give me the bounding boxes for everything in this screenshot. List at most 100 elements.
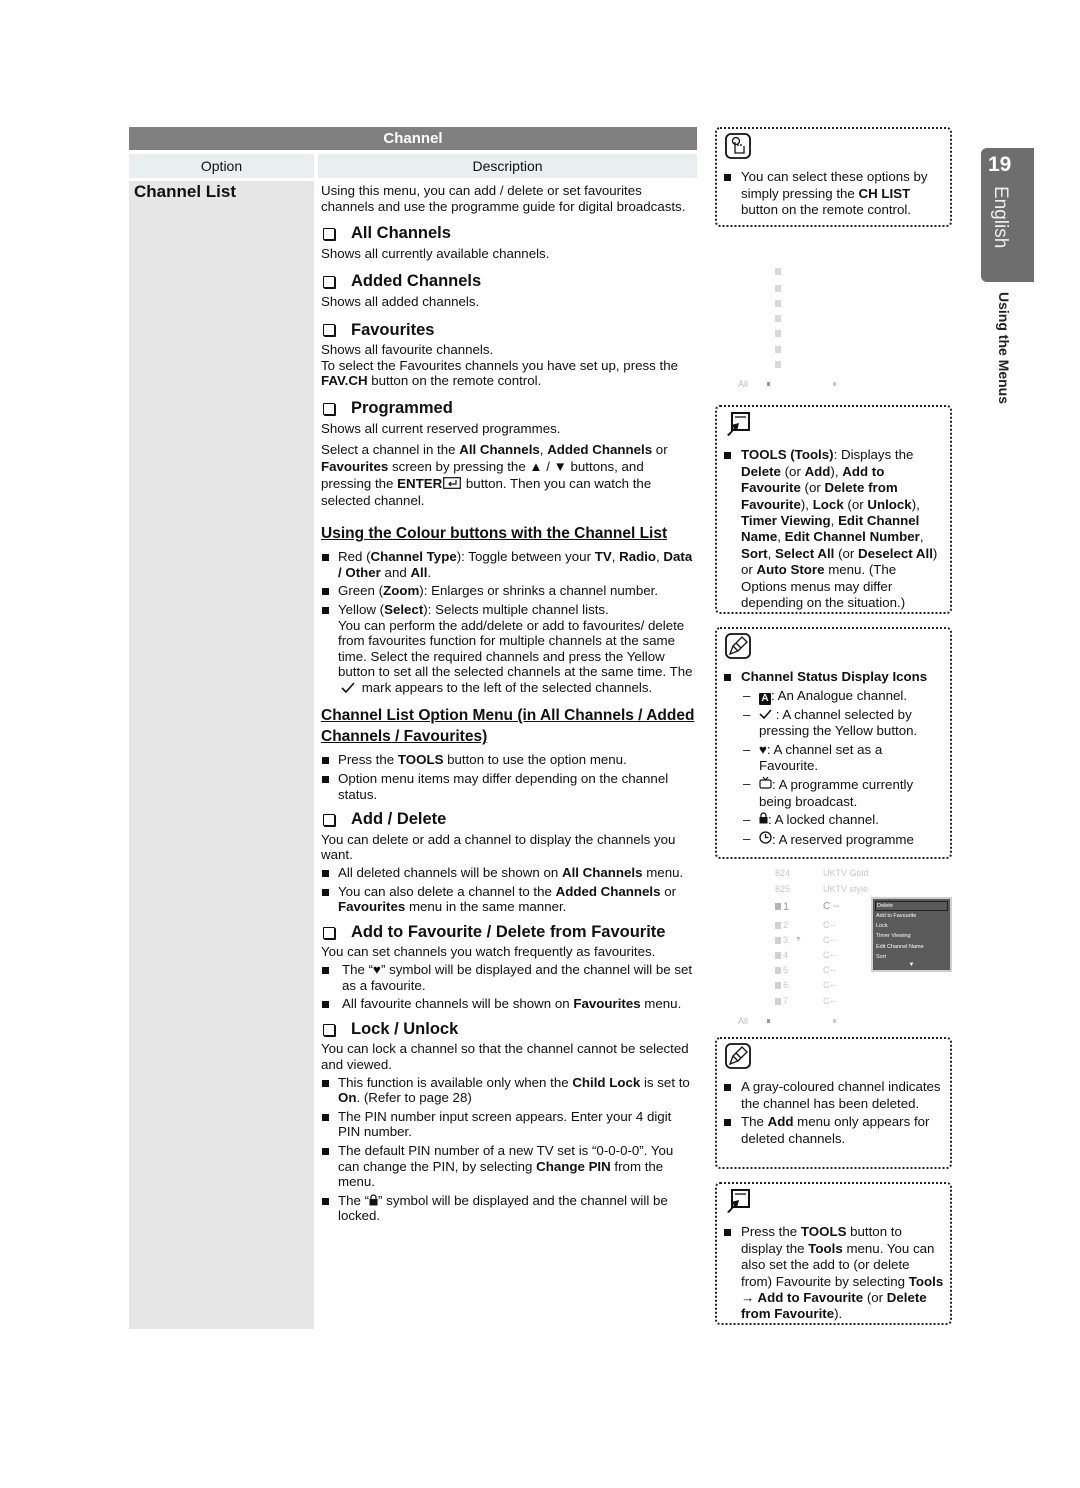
channel-name: C-- [823,996,836,1006]
footer-label: All [738,1016,749,1026]
footer-dot [833,382,836,386]
menu-item-timer-viewing[interactable]: Timer Viewing [876,931,947,941]
checkbox-bullet-icon [323,402,335,415]
language-label: English [990,186,1011,249]
note-text: TOOLS (Tools): Displays the Delete (or A… [723,447,944,611]
list-item: Yellow (Select): Selects multiple channe… [321,602,697,696]
favourite-text: You can set channels you watch frequentl… [321,944,656,960]
checkmark-icon [341,682,355,694]
list-item: A: An Analogue channel. [741,688,944,705]
analogue-channel-icon [775,346,781,353]
list-item: The PIN number input screen appears. Ent… [321,1109,697,1140]
channel-number: 825 [775,884,791,894]
subheading-favourites: Favourites [321,322,697,339]
subheading-lock: Lock / Unlock [321,1021,697,1038]
channel-name: UKTV style [823,884,869,894]
checkbox-bullet-icon [323,276,335,289]
checkbox-bullet-icon [323,814,335,827]
menu-item-sort[interactable]: Sort [876,952,947,962]
note-gray-channel: A gray-coloured channel indicates the ch… [715,1037,952,1169]
checkbox-bullet-icon [323,324,335,337]
page-number: 19 [988,153,1012,176]
menu-item-lock[interactable]: Lock [876,921,947,931]
list-item: All favourite channels will be shown on … [321,996,697,1012]
list-item: Red (Channel Type): Toggle between your … [321,549,697,580]
list-item: Option menu items may differ depending o… [321,771,697,802]
add-delete-text: You can delete or add a channel to displ… [321,831,676,863]
lock-list: This function is available only when the… [321,1075,697,1224]
status-icons-list: A: An Analogue channel. : A channel sele… [741,688,944,848]
tv-icon [759,777,772,790]
subheading-programmed: Programmed [321,400,697,417]
list-item: : A reserved programme [741,831,944,848]
note-tools-favourite: Press the TOOLS button to display the To… [715,1182,952,1325]
list-item: The “” symbol will be displayed and the … [321,1193,697,1224]
analogue-channel-icon [775,998,781,1005]
channel-number: 4 [783,950,789,960]
analogue-channel-icon [775,285,781,292]
note-text: You can select these options by simply p… [723,169,944,218]
menu-item-edit-channel-name[interactable]: Edit Channel Name [876,942,947,952]
option-cell: Channel List [129,181,314,1329]
page-tab: 19 English [981,148,1034,282]
note-title: Channel Status Display Icons [723,669,944,685]
analogue-channel-icon [775,967,781,974]
list-item: : A programme currently being broadcast. [741,776,944,810]
table-title: Channel [129,127,697,150]
note-remote: You can select these options by simply p… [715,127,952,227]
intro-text: Using this menu, you can add / delete or… [321,183,686,214]
column-header-description: Description [318,154,697,178]
note-status-icons: Channel Status Display Icons A: An Analo… [715,627,952,859]
description-cell: Using this menu, you can add / delete or… [321,181,697,1227]
list-item: ♥: A channel set as a Favourite. [741,742,944,775]
analogue-channel-icon [775,361,781,368]
channel-name: C-- [823,920,836,930]
tools-icon [727,412,750,436]
list-item: You can also delete a channel to the Add… [321,884,697,915]
programmed-text: Shows all current reserved programmes. [321,420,561,436]
option-menu-list: Press the TOOLS button to use the option… [321,752,697,802]
analogue-channel-icon [775,982,781,989]
menu-item-delete[interactable]: Delete [875,901,948,911]
checkbox-bullet-icon [323,227,335,240]
heart-icon: ♥ [759,741,767,757]
section-title: Using the Menus [996,292,1012,405]
heading-colour-buttons: Using the Colour buttons with the Channe… [321,525,668,543]
enter-icon [443,477,462,490]
analogue-channel-icon [775,330,781,337]
programmed-hint: Select a channel in the All Channels, Ad… [321,442,668,509]
favourites-hint: To select the Favourites channels you ha… [321,357,679,389]
channel-name: C-- [823,935,836,945]
note-tools: TOOLS (Tools): Displays the Delete (or A… [715,405,952,614]
subheading-added-channels: Added Channels [321,273,697,290]
channel-name: C-- [823,965,836,975]
favourites-text: Shows all favourite channels. [321,342,494,358]
channel-name: C-- [823,980,836,990]
analogue-channel-icon [775,300,781,307]
channel-number: 7 [783,996,789,1006]
analogue-channel-icon [775,903,781,910]
menu-item-add-to-favourite[interactable]: Add to Favourite [876,911,947,921]
lock-icon [369,1194,378,1206]
subheading-favourite: Add to Favourite / Delete from Favourite [321,924,697,941]
channel-name: C -- [823,901,840,912]
scroll-down-icon[interactable]: ▼ [876,962,947,969]
analogue-channel-icon [775,922,781,929]
checkbox-bullet-icon [323,926,335,939]
heading-option-menu: Channel List Option Menu (in All Channel… [321,707,695,746]
list-item: Green (Zoom): Enlarges or shrinks a chan… [321,583,697,599]
favourite-icon: ▼ [795,936,802,943]
analogue-icon: A [759,692,771,705]
add-delete-list: All deleted channels will be shown on Al… [321,865,697,915]
list-item: The “♥” symbol will be displayed and the… [321,962,697,993]
analogue-channel-icon [775,315,781,322]
list-item: Press the TOOLS button to use the option… [321,752,697,768]
channel-number: 5 [783,965,789,975]
footer-dot [767,382,770,386]
analogue-channel-icon [775,952,781,959]
channel-name: C-- [823,950,836,960]
added-channels-text: Shows all added channels. [321,293,480,309]
tools-menu: Delete Add to Favourite Lock Timer Viewi… [871,897,952,972]
list-item: : A channel selected by pressing the Yel… [741,707,944,740]
heart-icon: ♥ [373,962,381,977]
